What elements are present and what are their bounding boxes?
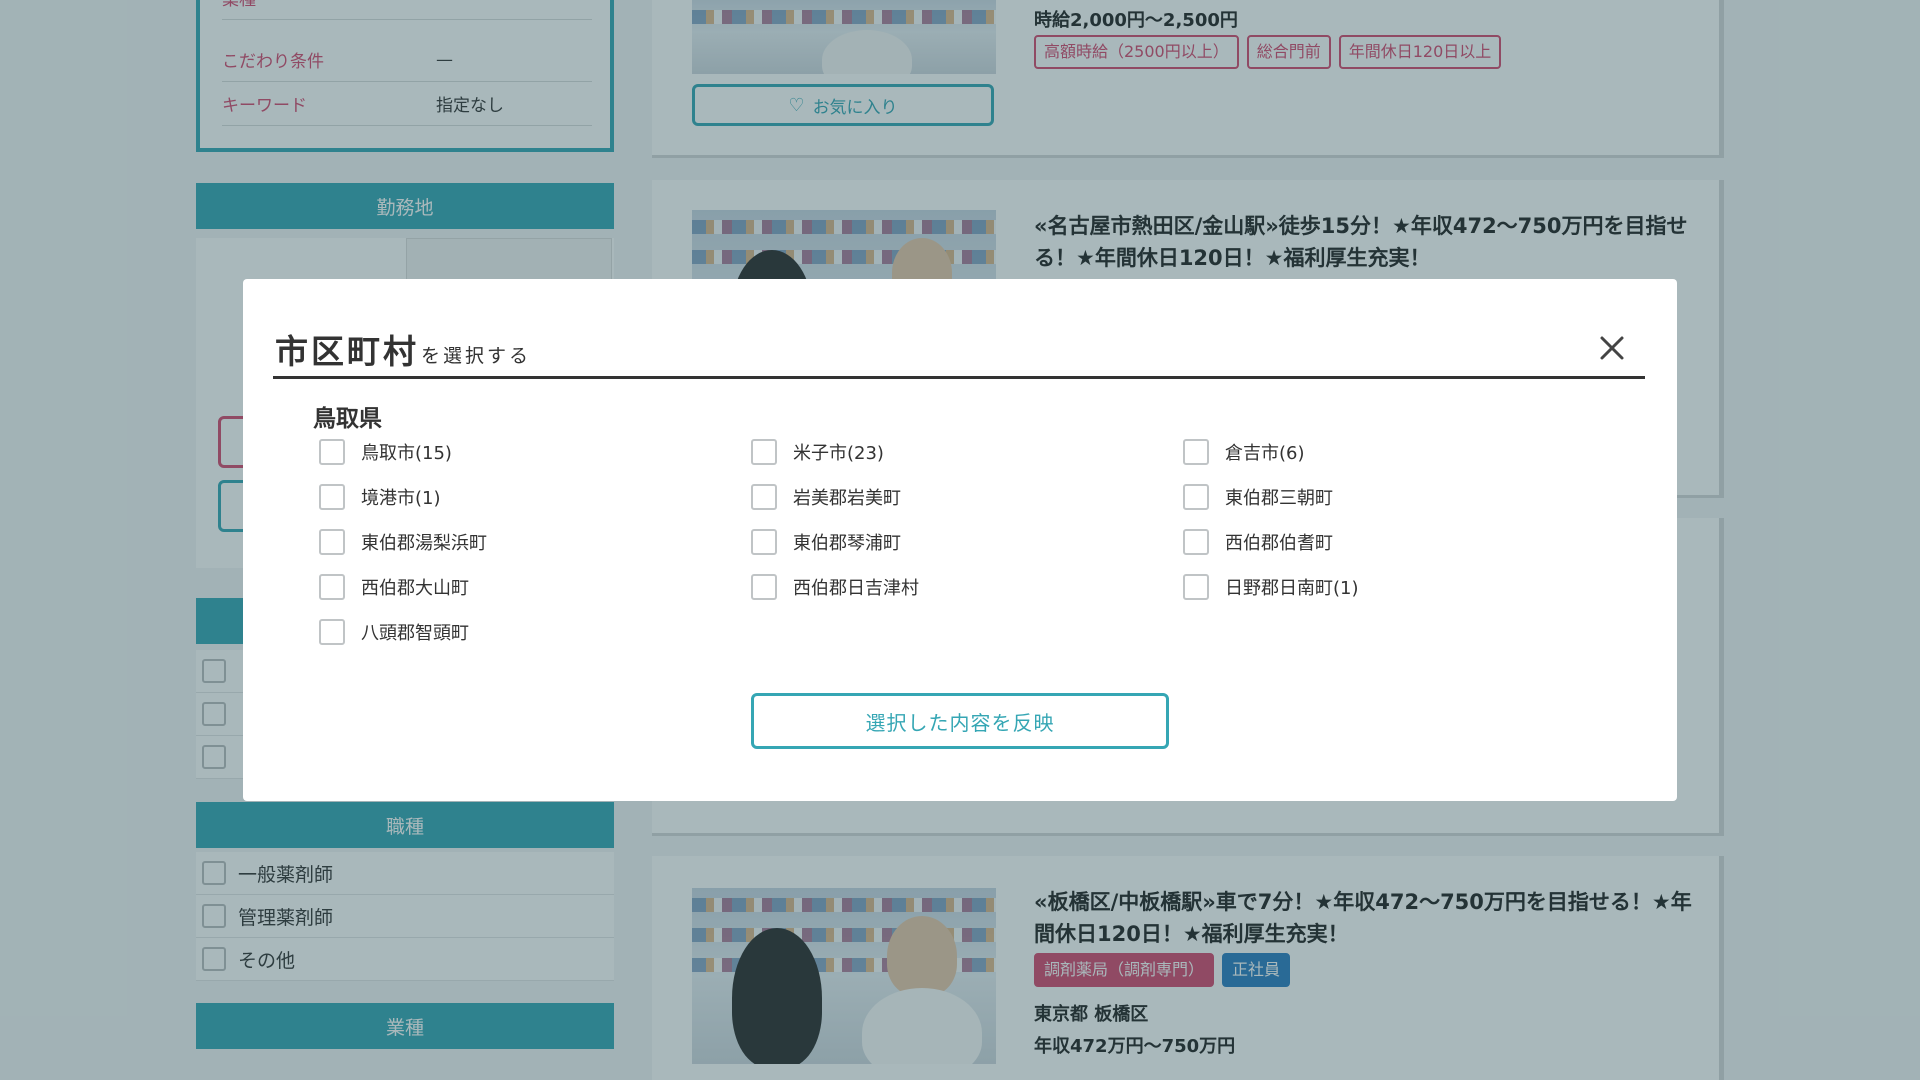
checkbox[interactable]	[1183, 574, 1209, 600]
town-label: 日野郡日南町(1)	[1225, 578, 1359, 599]
town-option[interactable]: 東伯郡琴浦町	[751, 529, 901, 555]
checkbox[interactable]	[319, 574, 345, 600]
prefecture-name: 鳥取県	[313, 406, 382, 432]
town-option[interactable]: 日野郡日南町(1)	[1183, 574, 1359, 600]
town-label: 西伯郡大山町	[361, 578, 469, 599]
town-label: 岩美郡岩美町	[793, 488, 901, 509]
checkbox[interactable]	[319, 619, 345, 645]
checkbox[interactable]	[319, 484, 345, 510]
modal-header: 市区町村 を選択する	[273, 325, 1645, 379]
checkbox[interactable]	[751, 439, 777, 465]
town-option[interactable]: 八頭郡智頭町	[319, 619, 469, 645]
town-label: 米子市(23)	[793, 443, 884, 464]
modal-title: 市区町村	[275, 332, 419, 371]
town-option[interactable]: 西伯郡日吉津村	[751, 574, 919, 600]
checkbox[interactable]	[751, 529, 777, 555]
modal-subtitle: を選択する	[421, 345, 532, 367]
town-label: 境港市(1)	[361, 488, 441, 509]
checkbox[interactable]	[319, 529, 345, 555]
checkbox[interactable]	[751, 484, 777, 510]
town-label: 八頭郡智頭町	[361, 623, 469, 644]
town-option[interactable]: 倉吉市(6)	[1183, 439, 1305, 465]
checkbox[interactable]	[1183, 484, 1209, 510]
town-label: 西伯郡日吉津村	[793, 578, 919, 599]
close-icon	[1600, 336, 1624, 360]
town-label: 倉吉市(6)	[1225, 443, 1305, 464]
town-label: 東伯郡三朝町	[1225, 488, 1333, 509]
checkbox[interactable]	[751, 574, 777, 600]
apply-selection-button[interactable]: 選択した内容を反映	[751, 693, 1169, 749]
checkbox[interactable]	[1183, 439, 1209, 465]
town-option[interactable]: 岩美郡岩美町	[751, 484, 901, 510]
city-select-modal: 市区町村 を選択する 鳥取県 鳥取市(15) 米子市(23) 倉吉市(6) 境港…	[243, 279, 1677, 801]
town-label: 東伯郡琴浦町	[793, 533, 901, 554]
town-option[interactable]: 東伯郡三朝町	[1183, 484, 1333, 510]
close-button[interactable]	[1595, 331, 1629, 365]
town-option[interactable]: 米子市(23)	[751, 439, 884, 465]
town-label: 鳥取市(15)	[361, 443, 452, 464]
town-option[interactable]: 境港市(1)	[319, 484, 441, 510]
town-option[interactable]: 鳥取市(15)	[319, 439, 452, 465]
town-label: 西伯郡伯耆町	[1225, 533, 1333, 554]
checkbox[interactable]	[319, 439, 345, 465]
town-option[interactable]: 東伯郡湯梨浜町	[319, 529, 487, 555]
checkbox[interactable]	[1183, 529, 1209, 555]
town-option[interactable]: 西伯郡伯耆町	[1183, 529, 1333, 555]
town-option[interactable]: 西伯郡大山町	[319, 574, 469, 600]
town-label: 東伯郡湯梨浜町	[361, 533, 487, 554]
